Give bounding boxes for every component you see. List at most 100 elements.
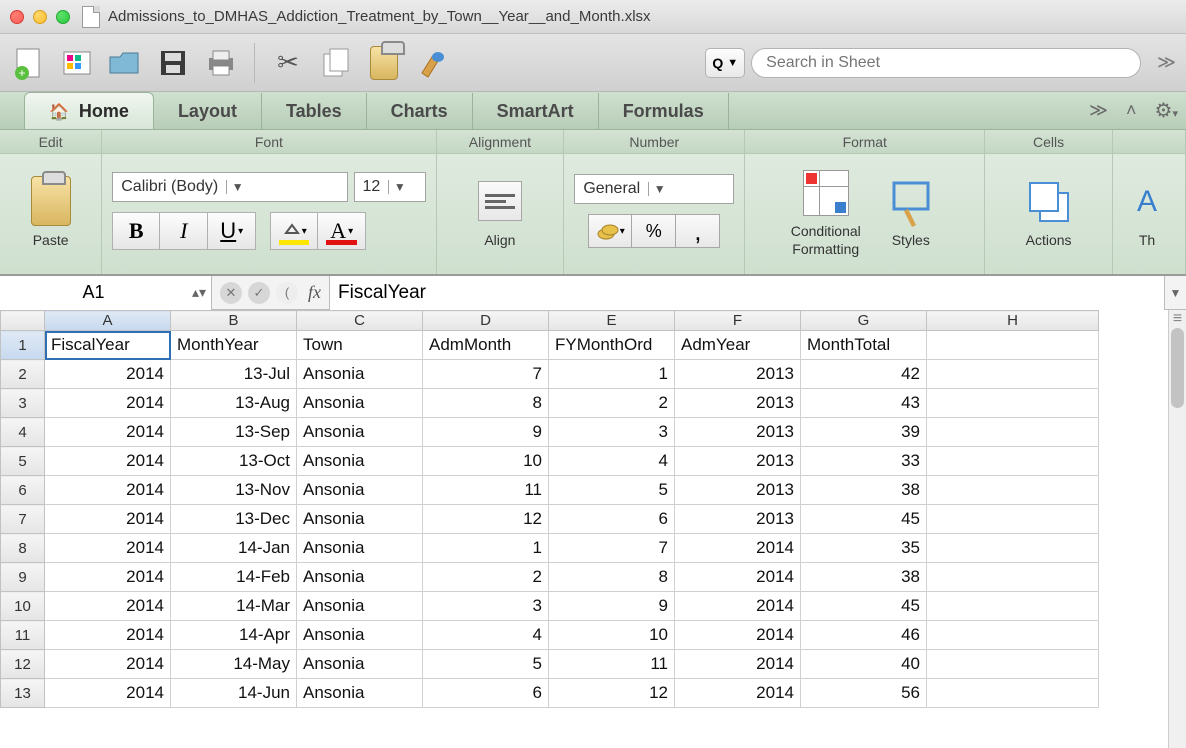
cell-D5[interactable]: 10: [423, 447, 549, 476]
cell-B8[interactable]: 14-Jan: [171, 534, 297, 563]
cell-E12[interactable]: 11: [549, 650, 675, 679]
save-icon[interactable]: [154, 43, 192, 83]
cell-A7[interactable]: 2014: [45, 505, 171, 534]
fx-icon[interactable]: fx: [308, 282, 321, 303]
cell-G3[interactable]: 43: [801, 389, 927, 418]
row-header-4[interactable]: 4: [1, 418, 45, 447]
cell-G11[interactable]: 46: [801, 621, 927, 650]
cell-E2[interactable]: 1: [549, 360, 675, 389]
cell-F3[interactable]: 2013: [675, 389, 801, 418]
cell-B3[interactable]: 13-Aug: [171, 389, 297, 418]
formula-expand-icon[interactable]: ▼: [1164, 276, 1186, 310]
formula-input[interactable]: [329, 276, 1164, 310]
cell-E4[interactable]: 3: [549, 418, 675, 447]
cell-C3[interactable]: Ansonia: [297, 389, 423, 418]
cell-F5[interactable]: 2013: [675, 447, 801, 476]
cell-C8[interactable]: Ansonia: [297, 534, 423, 563]
cell-B11[interactable]: 14-Apr: [171, 621, 297, 650]
gear-icon[interactable]: ⚙▾: [1155, 98, 1178, 123]
underline-button[interactable]: U▾: [208, 212, 256, 250]
cell-E9[interactable]: 8: [549, 563, 675, 592]
cell-H5[interactable]: [927, 447, 1099, 476]
themes-button[interactable]: A Th: [1119, 174, 1175, 248]
cell-G5[interactable]: 33: [801, 447, 927, 476]
cell-G12[interactable]: 40: [801, 650, 927, 679]
cell-E6[interactable]: 5: [549, 476, 675, 505]
conditional-formatting-button[interactable]: Conditional Formatting: [791, 165, 861, 257]
maximize-button[interactable]: [56, 10, 70, 24]
cell-H7[interactable]: [927, 505, 1099, 534]
cell-A12[interactable]: 2014: [45, 650, 171, 679]
accept-formula-icon[interactable]: ✓: [248, 282, 270, 304]
cell-A11[interactable]: 2014: [45, 621, 171, 650]
print-icon[interactable]: [202, 43, 240, 83]
col-header-D[interactable]: D: [423, 311, 549, 331]
cell-B13[interactable]: 14-Jun: [171, 679, 297, 708]
cell-A4[interactable]: 2014: [45, 418, 171, 447]
cell-B9[interactable]: 14-Feb: [171, 563, 297, 592]
cell-C11[interactable]: Ansonia: [297, 621, 423, 650]
cell-H2[interactable]: [927, 360, 1099, 389]
cell-C1[interactable]: Town: [297, 331, 423, 360]
close-button[interactable]: [10, 10, 24, 24]
cell-C4[interactable]: Ansonia: [297, 418, 423, 447]
cell-G1[interactable]: MonthTotal: [801, 331, 927, 360]
cell-D11[interactable]: 4: [423, 621, 549, 650]
tab-smartart[interactable]: SmartArt: [473, 93, 599, 129]
formula-dropdown-icon[interactable]: (: [276, 282, 298, 304]
new-file-icon[interactable]: +: [10, 43, 48, 83]
collapse-ribbon-icon[interactable]: ˄: [1126, 100, 1137, 121]
templates-icon[interactable]: [58, 43, 96, 83]
cell-H13[interactable]: [927, 679, 1099, 708]
cell-H12[interactable]: [927, 650, 1099, 679]
cell-F8[interactable]: 2014: [675, 534, 801, 563]
cell-B4[interactable]: 13-Sep: [171, 418, 297, 447]
cell-A6[interactable]: 2014: [45, 476, 171, 505]
cell-F4[interactable]: 2013: [675, 418, 801, 447]
cell-D13[interactable]: 6: [423, 679, 549, 708]
italic-button[interactable]: I: [160, 212, 208, 250]
grid[interactable]: ABCDEFGH1FiscalYearMonthYearTownAdmMonth…: [0, 310, 1168, 748]
tab-charts[interactable]: Charts: [367, 93, 473, 129]
actions-button[interactable]: Actions: [1021, 174, 1077, 248]
expand-toolbar-icon[interactable]: ≫: [1157, 52, 1176, 73]
percent-button[interactable]: %: [632, 214, 676, 248]
row-header-12[interactable]: 12: [1, 650, 45, 679]
name-box[interactable]: A1 ▴▾: [0, 276, 212, 310]
cell-C13[interactable]: Ansonia: [297, 679, 423, 708]
col-header-H[interactable]: H: [927, 311, 1099, 331]
cell-D1[interactable]: AdmMonth: [423, 331, 549, 360]
cell-F11[interactable]: 2014: [675, 621, 801, 650]
cell-B6[interactable]: 13-Nov: [171, 476, 297, 505]
cell-G2[interactable]: 42: [801, 360, 927, 389]
name-box-stepper[interactable]: ▴▾: [187, 284, 211, 301]
cell-H11[interactable]: [927, 621, 1099, 650]
font-color-button[interactable]: A▾: [318, 212, 366, 250]
cell-C9[interactable]: Ansonia: [297, 563, 423, 592]
scroll-thumb[interactable]: [1171, 328, 1184, 408]
cell-B12[interactable]: 14-May: [171, 650, 297, 679]
cell-D6[interactable]: 11: [423, 476, 549, 505]
row-header-11[interactable]: 11: [1, 621, 45, 650]
search-scope-button[interactable]: Q▼: [705, 48, 745, 78]
cell-E11[interactable]: 10: [549, 621, 675, 650]
cell-F12[interactable]: 2014: [675, 650, 801, 679]
cell-E10[interactable]: 9: [549, 592, 675, 621]
cell-F13[interactable]: 2014: [675, 679, 801, 708]
cell-D8[interactable]: 1: [423, 534, 549, 563]
number-format-combo[interactable]: General▼: [574, 174, 734, 204]
cell-F6[interactable]: 2013: [675, 476, 801, 505]
cell-G7[interactable]: 45: [801, 505, 927, 534]
cell-A3[interactable]: 2014: [45, 389, 171, 418]
cell-H1[interactable]: [927, 331, 1099, 360]
cell-B10[interactable]: 14-Mar: [171, 592, 297, 621]
more-tabs-icon[interactable]: ≫: [1089, 100, 1108, 121]
paste-icon[interactable]: [365, 43, 403, 83]
cell-E1[interactable]: FYMonthOrd: [549, 331, 675, 360]
cell-F10[interactable]: 2014: [675, 592, 801, 621]
cell-E13[interactable]: 12: [549, 679, 675, 708]
cell-B2[interactable]: 13-Jul: [171, 360, 297, 389]
search-input[interactable]: [751, 48, 1141, 78]
cell-H6[interactable]: [927, 476, 1099, 505]
tab-tables[interactable]: Tables: [262, 93, 367, 129]
